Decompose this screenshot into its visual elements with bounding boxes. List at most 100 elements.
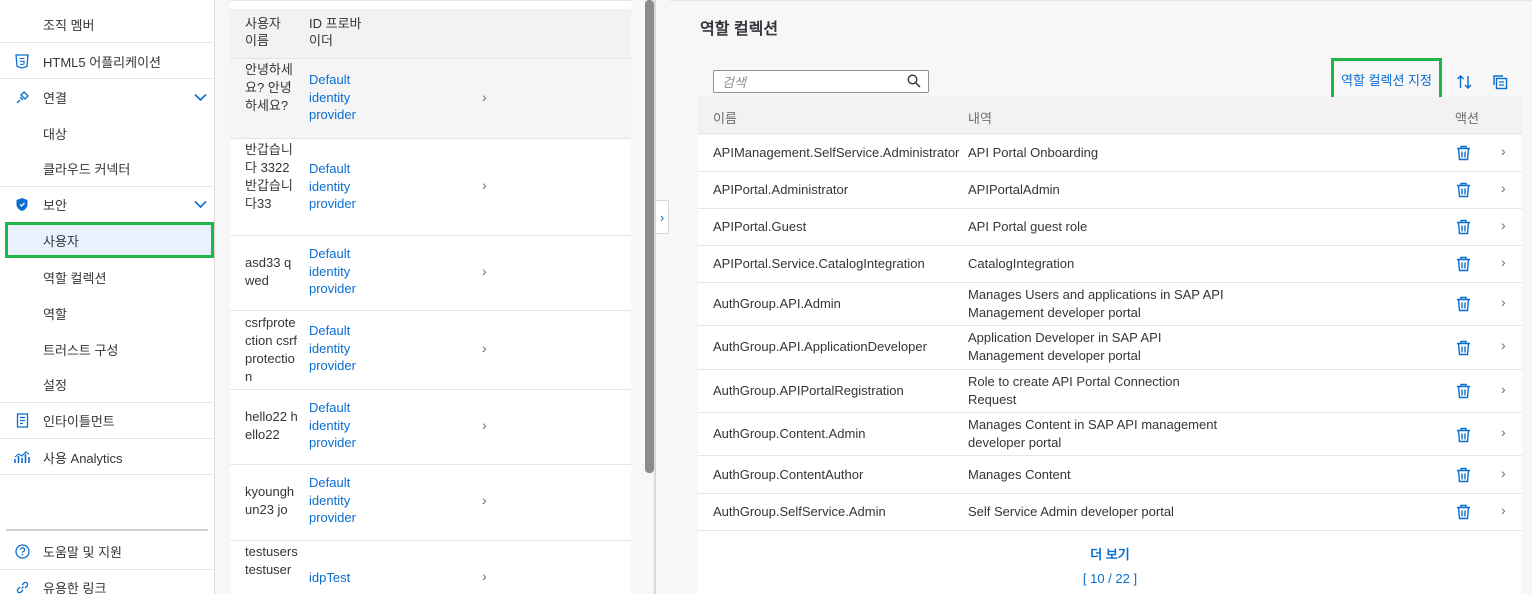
nav-html5-apps[interactable]: HTML5 어플리케이션 <box>0 43 215 79</box>
table-row[interactable]: APIPortal.Administrator APIPortalAdmin › <box>698 172 1522 209</box>
nav-role-collections-label: 역할 컬렉션 <box>43 270 107 286</box>
splitter[interactable] <box>654 0 656 594</box>
plug-icon <box>14 89 30 105</box>
table-row[interactable]: AuthGroup.API.Admin Manages Users and ap… <box>698 283 1522 326</box>
nav-cloud-connectors[interactable]: 클라우드 커넥터 <box>0 150 215 186</box>
user-row[interactable]: asd33 qwed Default identity provider › <box>230 236 631 311</box>
nav-trust-configuration[interactable]: 트러스트 구성 <box>0 331 215 367</box>
table-row[interactable]: APIManagement.SelfService.Administrator … <box>698 135 1522 172</box>
nav-security[interactable]: 보안 <box>0 186 215 222</box>
entitlement-icon <box>14 412 30 428</box>
user-identity-provider[interactable]: Default identity provider <box>309 474 379 527</box>
trash-icon[interactable] <box>1456 467 1471 483</box>
role-collection-name: AuthGroup.ContentAuthor <box>713 467 864 482</box>
nav-useful-links[interactable]: 유용한 링크 <box>0 569 215 594</box>
chevron-right-icon: › <box>482 177 487 193</box>
user-identity-provider[interactable]: Default identity provider <box>309 322 379 375</box>
nav-security-label: 보안 <box>43 197 67 213</box>
user-identity-provider[interactable]: Default identity provider <box>309 160 379 213</box>
table-row[interactable]: APIPortal.Service.CatalogIntegration Cat… <box>698 246 1522 283</box>
splitter-toggle[interactable]: › <box>655 200 669 234</box>
nav-connectivity-label: 연결 <box>43 90 67 106</box>
chevron-right-icon: › <box>1501 217 1506 233</box>
role-collection-description: Application Developer in SAP API Managem… <box>968 330 1162 363</box>
trash-icon[interactable] <box>1456 340 1471 356</box>
copy-icon[interactable] <box>1490 72 1510 92</box>
nav-destinations[interactable]: 대상 <box>0 115 215 151</box>
nav-roles[interactable]: 역할 <box>0 295 215 331</box>
side-navigation: 조직 멤버 HTML5 어플리케이션 연결 대상 클라우드 커넥터 보안 사용자 <box>0 0 215 594</box>
table-row[interactable]: APIPortal.Guest API Portal guest role › <box>698 209 1522 246</box>
scrollbar-thumb[interactable] <box>645 0 654 473</box>
shield-icon <box>14 196 30 212</box>
chevron-right-icon: › <box>1501 337 1506 353</box>
nav-help-support[interactable]: 도움말 및 지원 <box>0 533 215 569</box>
trash-icon[interactable] <box>1456 427 1471 443</box>
user-identity-provider[interactable]: Default identity provider <box>309 71 379 124</box>
column-header-description: 내역 <box>968 111 992 126</box>
chevron-right-icon: › <box>1501 254 1506 270</box>
nav-destinations-label: 대상 <box>43 126 67 142</box>
user-identity-provider[interactable]: Default identity provider <box>309 399 379 452</box>
user-list-header: 사용자 이름 ID 프로바이더 <box>230 9 631 59</box>
assign-role-collection-button[interactable]: 역할 컬렉션 지정 <box>1331 58 1442 100</box>
table-row[interactable]: AuthGroup.API.ApplicationDeveloper Appli… <box>698 326 1522 370</box>
user-name: 안녕하세요? 안녕하세요? <box>245 62 293 113</box>
nav-connectivity[interactable]: 연결 <box>0 79 215 115</box>
chevron-right-icon: › <box>482 492 487 508</box>
nav-org-members-label: 조직 멤버 <box>43 17 95 33</box>
load-more-area: 더 보기 [ 10 / 22 ] <box>698 531 1522 594</box>
search-field[interactable] <box>713 70 929 93</box>
trash-icon[interactable] <box>1456 383 1471 399</box>
nav-html5-apps-label: HTML5 어플리케이션 <box>43 54 161 70</box>
load-more-button[interactable]: 더 보기 <box>698 544 1522 563</box>
role-collection-name: AuthGroup.API.Admin <box>713 296 841 311</box>
table-row[interactable]: AuthGroup.APIPortalRegistration Role to … <box>698 370 1522 413</box>
nav-usage-analytics[interactable]: 사용 Analytics <box>0 439 215 475</box>
nav-org-members[interactable]: 조직 멤버 <box>0 6 215 42</box>
role-collection-description: Self Service Admin developer portal <box>968 504 1174 519</box>
nav-role-collections[interactable]: 역할 컬렉션 <box>0 259 215 295</box>
nav-settings[interactable]: 설정 <box>0 366 215 402</box>
role-collection-name: APIPortal.Administrator <box>713 182 849 197</box>
search-icon[interactable] <box>907 74 922 89</box>
role-collection-description: API Portal guest role <box>968 219 1088 234</box>
chevron-right-icon: › <box>482 263 487 279</box>
user-row[interactable]: testusers testuser idpTest › <box>230 541 631 594</box>
user-row[interactable]: 안녕하세요? 안녕하세요? Default identity provider … <box>230 59 631 139</box>
chevron-right-icon: › <box>1501 294 1506 310</box>
user-identity-provider[interactable]: idpTest <box>309 569 379 587</box>
trash-icon[interactable] <box>1456 256 1471 272</box>
nav-entitlements[interactable]: 인타이틀먼트 <box>0 402 215 438</box>
column-header-name: 이름 <box>713 111 737 126</box>
search-input[interactable] <box>722 73 902 91</box>
role-collection-name: AuthGroup.SelfService.Admin <box>713 504 886 519</box>
user-identity-provider[interactable]: Default identity provider <box>309 245 379 298</box>
trash-icon[interactable] <box>1456 182 1471 198</box>
chevron-right-icon: › <box>1501 180 1506 196</box>
trash-icon[interactable] <box>1456 219 1471 235</box>
user-row[interactable]: 반갑습니다 3322 반갑습니다33 Default identity prov… <box>230 139 631 236</box>
link-icon <box>14 579 30 594</box>
nav-useful-links-label: 유용한 링크 <box>43 580 107 594</box>
table-row[interactable]: AuthGroup.SelfService.Admin Self Service… <box>698 494 1522 531</box>
chevron-down-icon[interactable] <box>194 197 207 212</box>
role-collection-name: APIPortal.Guest <box>713 219 807 234</box>
chevron-right-icon: › <box>1501 424 1506 440</box>
user-row[interactable]: csrfprotection csrfprotection Default id… <box>230 311 631 390</box>
role-collection-name: APIManagement.SelfService.Administrator <box>713 145 960 160</box>
sort-icon[interactable] <box>1454 72 1474 92</box>
chevron-down-icon[interactable] <box>194 90 207 105</box>
user-row[interactable]: kyounghun23 jo Default identity provider… <box>230 465 631 541</box>
trash-icon[interactable] <box>1456 296 1471 312</box>
nav-trust-configuration-label: 트러스트 구성 <box>43 342 119 358</box>
user-row[interactable]: hello22 hello22 Default identity provide… <box>230 390 631 465</box>
nav-usage-analytics-label: 사용 Analytics <box>43 450 123 466</box>
role-collection-description: Manages Content in SAP API management de… <box>968 417 1218 450</box>
nav-users[interactable]: 사용자 <box>5 222 214 258</box>
trash-icon[interactable] <box>1456 145 1471 161</box>
user-name: hello22 hello22 <box>245 409 298 442</box>
trash-icon[interactable] <box>1456 504 1471 520</box>
table-row[interactable]: AuthGroup.Content.Admin Manages Content … <box>698 413 1522 456</box>
table-row[interactable]: AuthGroup.ContentAuthor Manages Content … <box>698 456 1522 494</box>
